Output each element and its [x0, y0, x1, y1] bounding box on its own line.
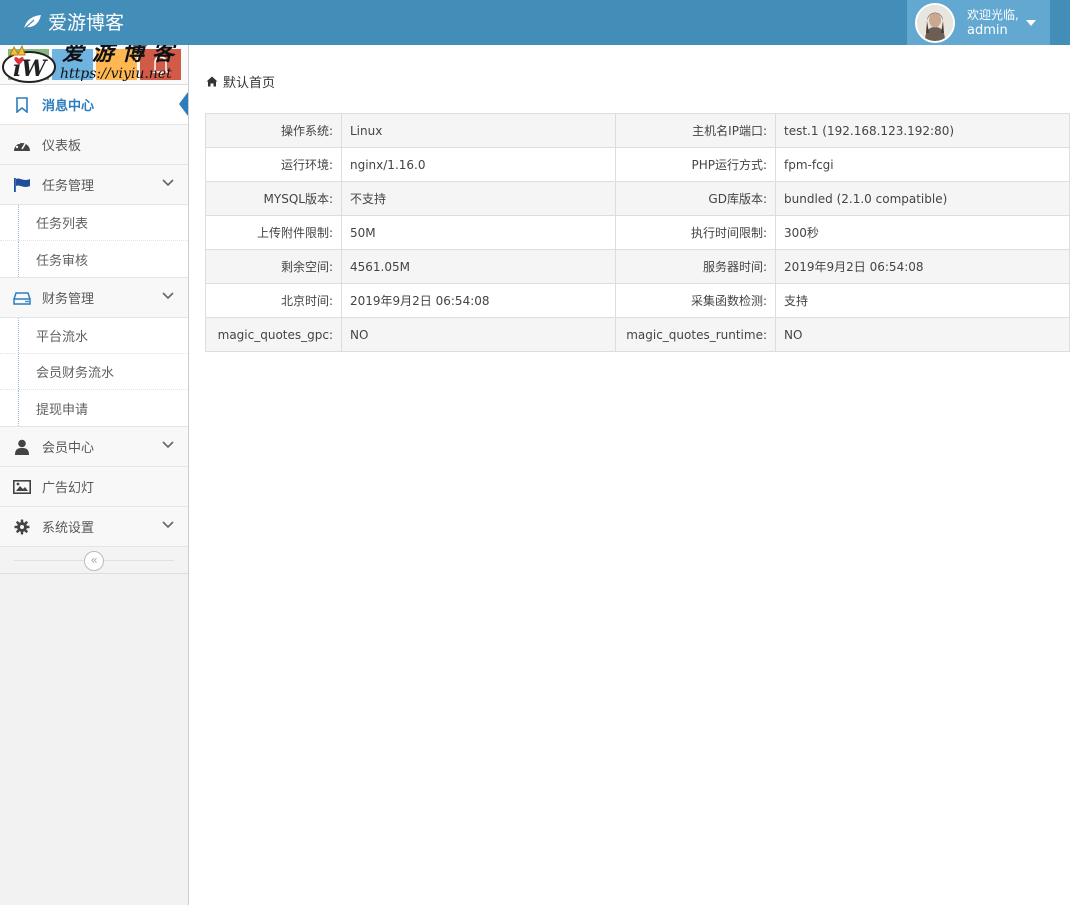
- sidebar-subitem-task-review[interactable]: 任务审核: [0, 241, 188, 277]
- sidebar-item-label: 系统设置: [42, 521, 95, 536]
- sidebar-item-finance[interactable]: 财务管理: [0, 278, 188, 318]
- info-value: bundled (2.1.0 compatible): [775, 181, 1070, 216]
- chevron-down-icon: [162, 179, 174, 187]
- info-label: MYSQL版本:: [205, 181, 342, 216]
- submenu-finance: 平台流水 会员财务流水 提现申请: [0, 318, 188, 427]
- info-value: 50M: [341, 215, 616, 250]
- sidebar-collapse-row: «: [0, 547, 188, 574]
- info-value: 支持: [775, 283, 1070, 318]
- sidebar-item-label: 任务管理: [42, 179, 95, 194]
- info-label: 上传附件限制:: [205, 215, 342, 250]
- info-value: 2019年9月2日 06:54:08: [775, 249, 1070, 284]
- table-row: MYSQL版本: 不支持 GD库版本: bundled (2.1.0 compatib…: [205, 181, 1070, 216]
- sidebar-subitem-platform-flow[interactable]: 平台流水: [0, 318, 188, 354]
- sidebar-item-messages[interactable]: 消息中心: [0, 85, 188, 125]
- table-row: 上传附件限制: 50M 执行时间限制: 300秒: [205, 215, 1070, 250]
- cog-icon: [12, 518, 32, 536]
- table-row: magic_quotes_gpc: NO magic_quotes_runtime:…: [205, 317, 1070, 352]
- info-label: 运行环境:: [205, 147, 342, 182]
- user-menu[interactable]: 欢迎光临, admin: [907, 0, 1050, 45]
- avatar: [915, 2, 955, 43]
- sidebar-subitem-task-list[interactable]: 任务列表: [0, 205, 188, 241]
- submenu-tasks: 任务列表 任务审核: [0, 205, 188, 278]
- sidebar-item-dashboard[interactable]: 仪表板: [0, 125, 188, 165]
- sidebar-subitem-member-finance[interactable]: 会员财务流水: [0, 354, 188, 390]
- chevron-down-icon: [162, 441, 174, 449]
- navbar: 爱游博客 欢迎光临, admin: [0, 0, 1070, 45]
- info-value: fpm-fcgi: [775, 147, 1070, 182]
- info-value: 不支持: [341, 181, 616, 216]
- sidebar-item-label: 财务管理: [42, 292, 95, 307]
- info-label: 操作系统:: [205, 113, 342, 148]
- info-value: nginx/1.16.0: [341, 147, 616, 182]
- sidebar-item-label: 消息中心: [42, 99, 95, 114]
- brand-title: 爱游博客: [48, 12, 125, 34]
- info-label: 剩余空间:: [205, 249, 342, 284]
- flag-icon: [12, 176, 32, 194]
- info-label: 执行时间限制:: [615, 215, 776, 250]
- dashboard-icon: [12, 136, 32, 154]
- brand[interactable]: 爱游博客: [22, 8, 124, 35]
- home-icon: [206, 76, 218, 87]
- sidebar-subitem-withdraw[interactable]: 提现申请: [0, 390, 188, 426]
- sidebar-item-label: 仪表板: [42, 139, 82, 154]
- server-info-table: 操作系统: Linux 主机名IP端口: test.1 (192.168.123.19…: [205, 113, 1070, 352]
- table-row: 运行环境: nginx/1.16.0 PHP运行方式: fpm-fcgi: [205, 147, 1070, 182]
- sidebar-item-tasks[interactable]: 任务管理: [0, 165, 188, 205]
- sidebar: iW 爱游博客 https://viyiu.net 消息中心 仪表板 任务管理 …: [0, 45, 189, 905]
- user-icon: [12, 438, 32, 456]
- bookmark-icon: [12, 96, 32, 114]
- table-row: 操作系统: Linux 主机名IP端口: test.1 (192.168.123.19…: [205, 113, 1070, 148]
- table-row: 北京时间: 2019年9月2日 06:54:08 采集函数检测: 支持: [205, 283, 1070, 318]
- username: admin: [967, 22, 1008, 38]
- sidebar-item-label: 广告幻灯: [42, 481, 95, 496]
- info-label: 采集函数检测:: [615, 283, 776, 318]
- info-label: PHP运行方式:: [615, 147, 776, 182]
- info-label: 主机名IP端口:: [615, 113, 776, 148]
- sidebar-item-members[interactable]: 会员中心: [0, 427, 188, 467]
- welcome-text: 欢迎光临,: [967, 7, 1019, 22]
- breadcrumb: 默认首页: [206, 72, 275, 91]
- info-value: test.1 (192.168.123.192:80): [775, 113, 1070, 148]
- info-value: 300秒: [775, 215, 1070, 250]
- breadcrumb-home[interactable]: 默认首页: [223, 72, 275, 91]
- info-value: Linux: [341, 113, 616, 148]
- info-value: NO: [775, 317, 1070, 352]
- info-label: 北京时间:: [205, 283, 342, 318]
- svg-text:https://viyiu.net: https://viyiu.net: [60, 66, 172, 82]
- sidebar-item-settings[interactable]: 系统设置: [0, 507, 188, 547]
- info-value: 4561.05M: [341, 249, 616, 284]
- picture-icon: [12, 478, 32, 496]
- user-greeting: 欢迎光临, admin: [967, 8, 1019, 38]
- info-value: 2019年9月2日 06:54:08: [341, 283, 616, 318]
- hdd-icon: [12, 289, 32, 307]
- table-row: 剩余空间: 4561.05M 服务器时间: 2019年9月2日 06:54:08: [205, 249, 1070, 284]
- watermark-logo: iW 爱游博客 https://viyiu.net: [2, 45, 182, 83]
- sidebar-item-ads[interactable]: 广告幻灯: [0, 467, 188, 507]
- info-label: 服务器时间:: [615, 249, 776, 284]
- svg-text:爱游博客: 爱游博客: [62, 45, 182, 66]
- info-value: NO: [341, 317, 616, 352]
- info-label: magic_quotes_gpc:: [205, 317, 342, 352]
- chevron-down-icon: [162, 521, 174, 529]
- chevron-down-icon: [162, 292, 174, 300]
- caret-down-icon: [1026, 20, 1036, 26]
- leaf-icon: [23, 14, 41, 29]
- sidebar-collapse-button[interactable]: «: [84, 551, 104, 571]
- info-label: magic_quotes_runtime:: [615, 317, 776, 352]
- sidebar-item-label: 会员中心: [42, 441, 95, 456]
- shortcut-bar: iW 爱游博客 https://viyiu.net: [0, 45, 188, 85]
- info-label: GD库版本:: [615, 181, 776, 216]
